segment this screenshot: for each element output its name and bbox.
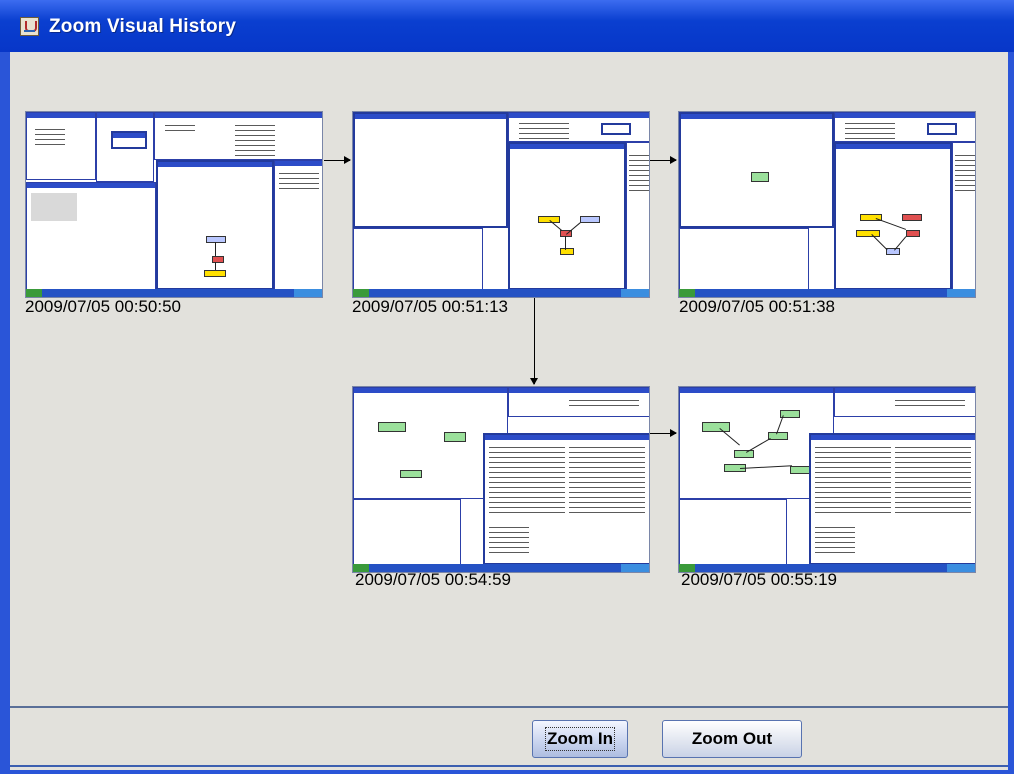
snapshot-thumbnail-1[interactable] [25, 111, 323, 298]
history-arrow-4-5 [650, 429, 677, 437]
snapshot-thumbnail-3[interactable] [678, 111, 976, 298]
zoom-out-label: Zoom Out [691, 729, 773, 748]
snapshot-timestamp-3: 2009/07/05 00:51:38 [679, 297, 835, 316]
window-title: Zoom Visual History [49, 16, 237, 37]
snapshot-thumbnail-4[interactable] [352, 386, 650, 573]
snapshot-timestamp-2: 2009/07/05 00:51:13 [352, 297, 508, 316]
title-bar[interactable]: Zoom Visual History [0, 0, 1014, 52]
zoom-visual-history-window: Zoom Visual History 2009/07/05 00:50:50 … [0, 0, 1014, 774]
snapshot-timestamp-1: 2009/07/05 00:50:50 [25, 297, 181, 316]
bottom-separator [10, 765, 1008, 767]
snapshot-timestamp-5: 2009/07/05 00:55:19 [681, 570, 837, 589]
history-arrow-2-3 [650, 156, 677, 164]
history-arrow-2-4 [530, 298, 538, 385]
zoom-out-button[interactable]: Zoom Out [662, 720, 802, 758]
snapshot-thumbnail-5[interactable] [678, 386, 976, 573]
history-panel: 2009/07/05 00:50:50 2009/07/05 00:51:13 [10, 52, 1008, 770]
snapshot-timestamp-4: 2009/07/05 00:54:59 [355, 570, 511, 589]
zoom-in-label: Zoom In [544, 727, 616, 751]
zoom-in-button[interactable]: Zoom In [532, 720, 628, 758]
snapshot-thumbnail-2[interactable] [352, 111, 650, 298]
java-cup-icon [20, 17, 39, 36]
history-arrow-1-2 [324, 156, 351, 164]
button-bar-separator [10, 706, 1008, 708]
window-bottom-border [0, 770, 1014, 774]
